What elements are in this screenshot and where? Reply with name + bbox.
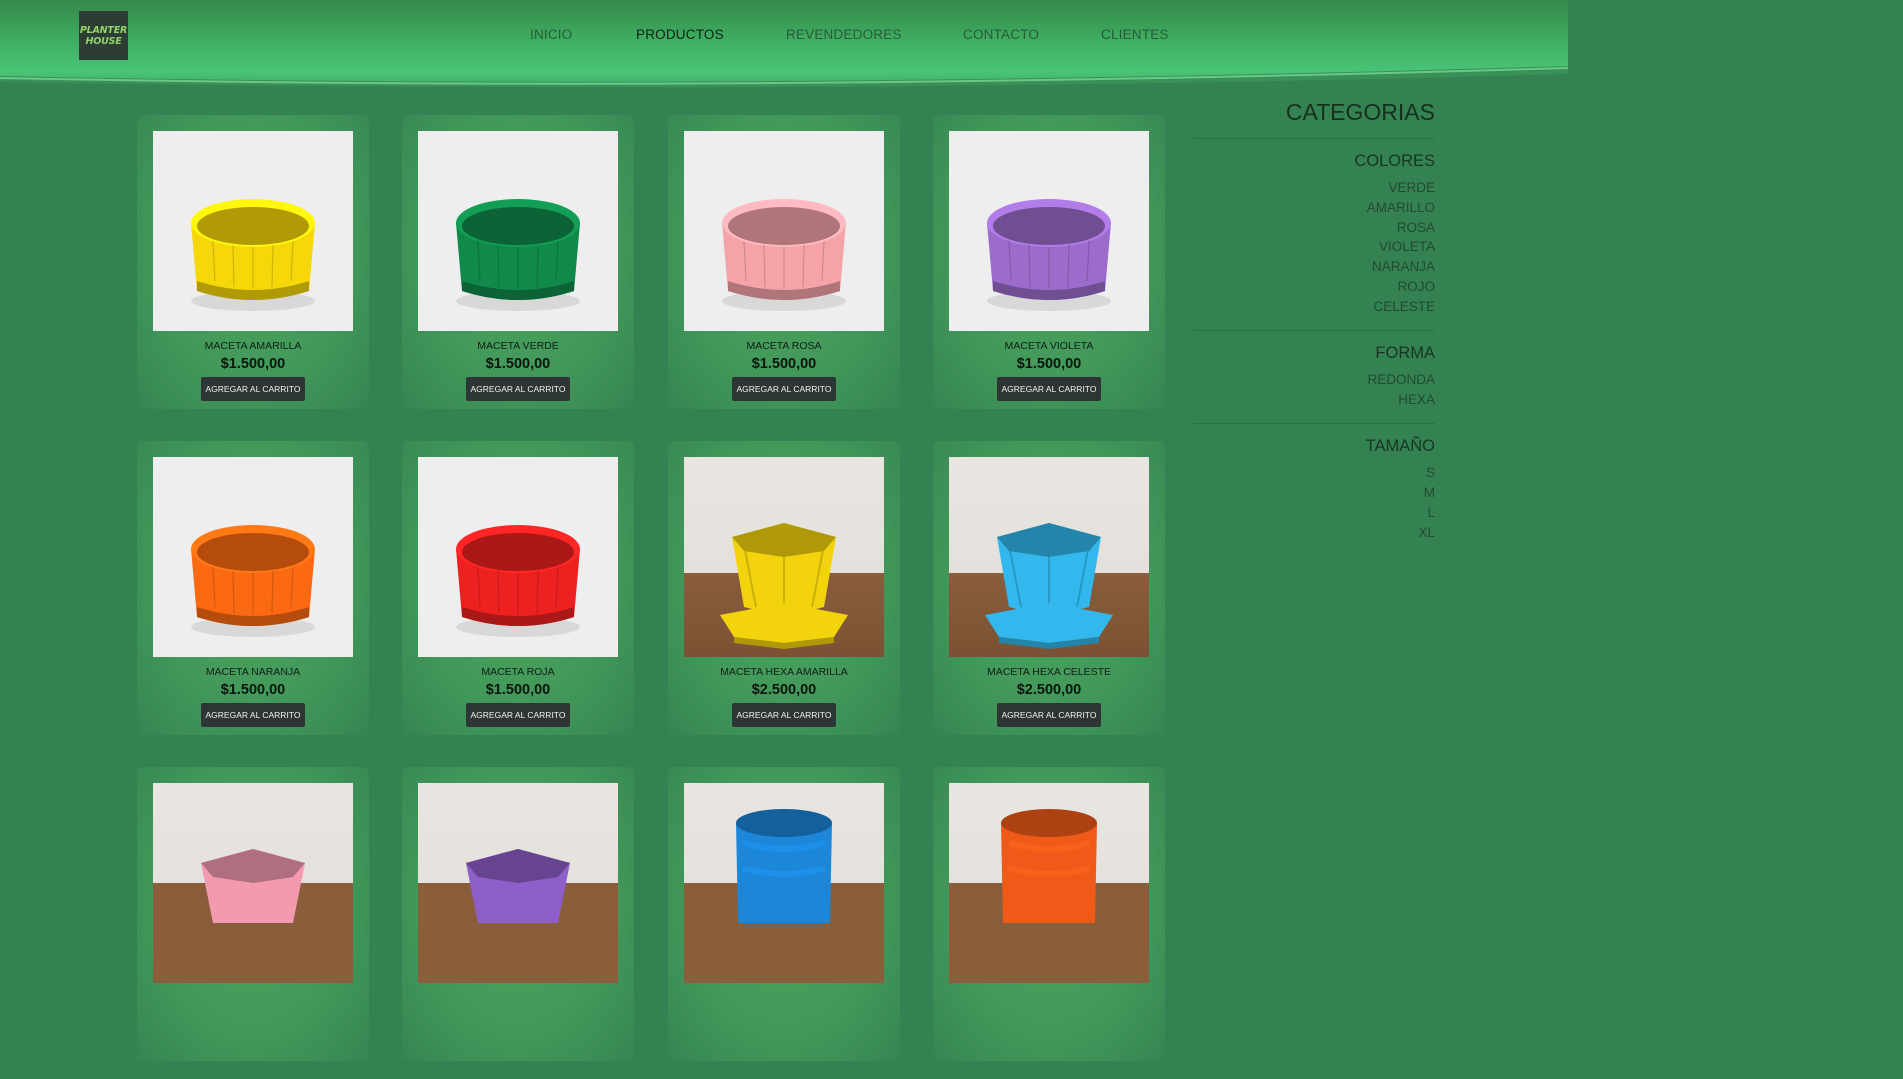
- product-price: $2.500,00: [751, 682, 817, 698]
- filter-size-m[interactable]: M: [1424, 485, 1435, 500]
- add-to-cart-button[interactable]: AGREGAR AL CARRITO: [466, 703, 570, 727]
- filter-violeta[interactable]: VIOLETA: [1379, 239, 1435, 254]
- filter-hexa[interactable]: HEXA: [1398, 392, 1435, 407]
- pot-illustration: [949, 809, 1149, 983]
- forma-heading: FORMA: [1375, 344, 1435, 362]
- add-to-cart-button[interactable]: AGREGAR AL CARRITO: [997, 703, 1101, 727]
- product-image[interactable]: [418, 131, 618, 331]
- pot-illustration: [684, 809, 884, 983]
- product-image[interactable]: [949, 457, 1149, 657]
- main-nav: INICIO PRODUCTOS REVENDEDORES CONTACTO C…: [0, 27, 1568, 47]
- product-price: $1.500,00: [485, 682, 551, 698]
- filter-size-l[interactable]: L: [1427, 505, 1435, 520]
- product-image[interactable]: [153, 783, 353, 983]
- product-card[interactable]: MACETA NARANJA $1.500,00 AGREGAR AL CARRIT…: [137, 441, 369, 735]
- product-card[interactable]: MACETA VIOLETA $1.500,00 AGREGAR AL CARRIT…: [933, 115, 1165, 409]
- add-to-cart-button[interactable]: AGREGAR AL CARRITO: [732, 703, 836, 727]
- product-name: MACETA AMARILLA: [204, 340, 302, 352]
- nav-contacto[interactable]: CONTACTO: [963, 27, 1039, 42]
- filter-celeste[interactable]: CELESTE: [1373, 299, 1435, 314]
- product-image[interactable]: [418, 457, 618, 657]
- product-image[interactable]: [949, 783, 1149, 983]
- product-image[interactable]: [684, 783, 884, 983]
- product-name: MACETA NARANJA: [205, 666, 301, 678]
- divider: [1193, 138, 1435, 139]
- product-price: $1.500,00: [220, 356, 286, 372]
- product-card[interactable]: MACETA ROSA $1.500,00 AGREGAR AL CARRITO: [668, 115, 900, 409]
- add-to-cart-button[interactable]: AGREGAR AL CARRITO: [466, 377, 570, 401]
- pot-illustration: [985, 523, 1113, 649]
- nav-inicio[interactable]: INICIO: [530, 27, 572, 42]
- product-price: $2.500,00: [1016, 682, 1082, 698]
- product-name: MACETA HEXA AMARILLA: [720, 666, 848, 678]
- product-name: MACETA VIOLETA: [1004, 340, 1094, 352]
- add-to-cart-button[interactable]: AGREGAR AL CARRITO: [201, 377, 305, 401]
- filter-size-xl[interactable]: XL: [1418, 525, 1435, 540]
- pot-illustration: [456, 525, 580, 637]
- divider: [1193, 330, 1435, 331]
- add-to-cart-button[interactable]: AGREGAR AL CARRITO: [997, 377, 1101, 401]
- filter-amarillo[interactable]: AMARILLO: [1367, 200, 1435, 215]
- header-wave-decoration: [0, 66, 1568, 96]
- filter-naranja[interactable]: NARANJA: [1372, 259, 1435, 274]
- tamano-heading: TAMAÑO: [1365, 437, 1435, 455]
- product-card[interactable]: MACETA ROJA $1.500,00 AGREGAR AL CARRITO: [402, 441, 634, 735]
- filter-verde[interactable]: VERDE: [1388, 180, 1435, 195]
- product-price: $1.500,00: [220, 682, 286, 698]
- product-card[interactable]: [402, 767, 634, 1061]
- filter-redonda[interactable]: REDONDA: [1367, 372, 1435, 387]
- product-image[interactable]: [153, 131, 353, 331]
- product-name: MACETA ROSA: [746, 340, 822, 352]
- product-price: $1.500,00: [751, 356, 817, 372]
- product-name: MACETA HEXA CELESTE: [986, 666, 1112, 678]
- product-card[interactable]: MACETA VERDE $1.500,00 AGREGAR AL CARRITO: [402, 115, 634, 409]
- product-card[interactable]: [668, 767, 900, 1061]
- nav-revendedores[interactable]: REVENDEDORES: [786, 27, 902, 42]
- site-header: PLANTER HOUSE INICIO PRODUCTOS REVENDEDO…: [0, 0, 1568, 96]
- colores-heading: COLORES: [1354, 152, 1435, 170]
- product-image[interactable]: [418, 783, 618, 983]
- pot-illustration: [987, 199, 1111, 311]
- pot-illustration: [153, 849, 353, 983]
- add-to-cart-button[interactable]: AGREGAR AL CARRITO: [732, 377, 836, 401]
- pot-illustration: [191, 525, 315, 637]
- nav-clientes[interactable]: CLIENTES: [1101, 27, 1169, 42]
- product-image[interactable]: [684, 131, 884, 331]
- pot-illustration: [191, 199, 315, 311]
- divider: [1193, 423, 1435, 424]
- categories-title: CATEGORIAS: [1285, 99, 1435, 125]
- filter-rosa[interactable]: ROSA: [1397, 220, 1435, 235]
- pot-illustration: [456, 199, 580, 311]
- pot-illustration: [720, 523, 848, 649]
- product-price: $1.500,00: [1016, 356, 1082, 372]
- product-card[interactable]: MACETA AMARILLA $1.500,00 AGREGAR AL CARRI…: [137, 115, 369, 409]
- pot-illustration: [418, 849, 618, 983]
- filter-rojo[interactable]: ROJO: [1397, 279, 1435, 294]
- product-card[interactable]: [137, 767, 369, 1061]
- product-image[interactable]: [684, 457, 884, 657]
- product-name: MACETA ROJA: [481, 666, 555, 678]
- nav-productos[interactable]: PRODUCTOS: [636, 27, 724, 42]
- product-image[interactable]: [153, 457, 353, 657]
- pot-illustration: [722, 199, 846, 311]
- product-price: $1.500,00: [485, 356, 551, 372]
- product-image[interactable]: [949, 131, 1149, 331]
- product-card[interactable]: MACETA HEXA AMARILLA $2.500,00 AGREGAR AL …: [668, 441, 900, 735]
- product-name: MACETA VERDE: [477, 340, 559, 352]
- product-card[interactable]: [933, 767, 1165, 1061]
- add-to-cart-button[interactable]: AGREGAR AL CARRITO: [201, 703, 305, 727]
- product-card[interactable]: MACETA HEXA CELESTE $2.500,00 AGREGAR AL C…: [933, 441, 1165, 735]
- filter-size-s[interactable]: S: [1426, 465, 1435, 480]
